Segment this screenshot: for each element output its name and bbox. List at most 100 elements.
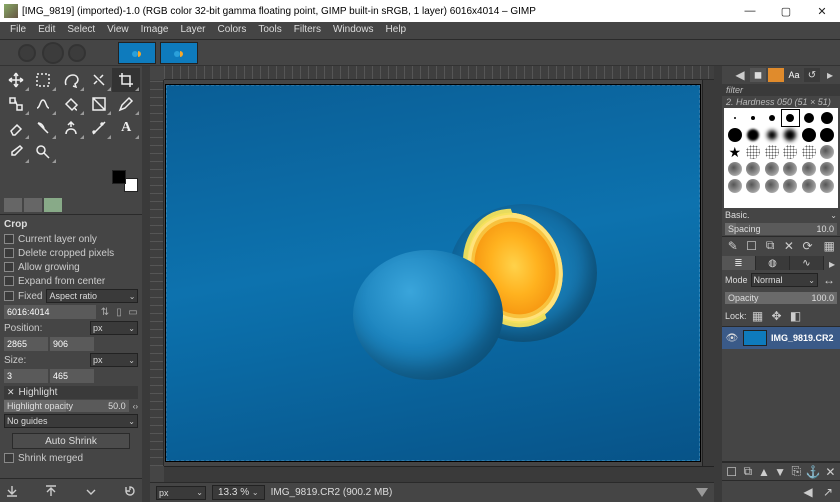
tool-gradient[interactable] xyxy=(85,92,113,116)
lock-pixels-icon[interactable]: ▦ xyxy=(750,308,766,324)
brush-swatch[interactable] xyxy=(782,127,800,143)
collapse-icon[interactable]: ✕ xyxy=(7,387,15,398)
menu-help[interactable]: Help xyxy=(380,22,413,39)
menu-icon[interactable]: ▸ xyxy=(822,67,838,83)
detach-icon[interactable]: ↗ xyxy=(820,484,836,500)
checkbox[interactable] xyxy=(4,262,14,272)
brush-swatch[interactable] xyxy=(782,178,800,194)
brush-swatch[interactable] xyxy=(800,110,818,126)
size-w-field[interactable]: 3 xyxy=(4,369,48,383)
menu-colors[interactable]: Colors xyxy=(211,22,252,39)
bg-color-swatch[interactable] xyxy=(124,178,138,192)
brushes-tab-icon[interactable]: ◼ xyxy=(750,68,766,82)
save-preset-icon[interactable] xyxy=(4,483,20,499)
fonts-tab-icon[interactable]: Aa xyxy=(786,68,802,82)
tool-path[interactable] xyxy=(85,116,113,140)
tool-free-select[interactable] xyxy=(57,68,85,92)
layer-item[interactable]: 👁 IMG_9819.CR2 xyxy=(722,327,840,349)
highlight-section-header[interactable]: ✕Highlight xyxy=(4,386,138,399)
brush-swatch[interactable] xyxy=(726,127,744,143)
delete-brush-icon[interactable]: ✕ xyxy=(781,238,797,254)
tool-color-picker[interactable] xyxy=(2,140,30,164)
raise-layer-icon[interactable]: ▲ xyxy=(757,464,770,480)
fg-color-swatch[interactable] xyxy=(112,170,126,184)
refresh-brush-icon[interactable]: ⟳ xyxy=(800,238,816,254)
maximize-button[interactable]: ▢ xyxy=(768,0,804,22)
guides-select[interactable]: No guides⌄ xyxy=(4,414,138,428)
brush-swatch[interactable] xyxy=(763,161,781,177)
tool-airbrush[interactable] xyxy=(30,116,58,140)
tool-rect-select[interactable] xyxy=(30,68,58,92)
brush-swatch[interactable] xyxy=(819,161,837,177)
menu-view[interactable]: View xyxy=(101,22,135,39)
brush-swatch[interactable] xyxy=(745,144,763,160)
menu-windows[interactable]: Windows xyxy=(327,22,380,39)
tool-text[interactable]: A xyxy=(112,116,140,140)
patterns-tab-icon[interactable] xyxy=(768,68,784,82)
layer-group-icon[interactable]: ⧉ xyxy=(741,464,754,480)
brush-swatch[interactable] xyxy=(763,110,781,126)
layers-tab-icon[interactable]: ≣ xyxy=(722,256,756,270)
reset-icon[interactable] xyxy=(122,483,138,499)
minimize-button[interactable]: — xyxy=(732,0,768,22)
delete-preset-icon[interactable] xyxy=(83,483,99,499)
ruler-horizontal[interactable] xyxy=(164,66,714,80)
tool-zoom[interactable] xyxy=(30,140,58,164)
scrollbar-horizontal[interactable] xyxy=(164,466,714,482)
scrollbar-vertical[interactable] xyxy=(702,80,714,466)
dup-brush-icon[interactable]: ⧉ xyxy=(762,238,778,254)
history-tab-icon[interactable]: ↺ xyxy=(804,68,820,82)
brush-swatch[interactable] xyxy=(819,144,837,160)
new-brush-icon[interactable]: ☐ xyxy=(744,238,760,254)
close-button[interactable]: ✕ xyxy=(804,0,840,22)
brush-swatch[interactable] xyxy=(745,178,763,194)
image-tab[interactable] xyxy=(160,42,198,64)
menu-layer[interactable]: Layer xyxy=(174,22,211,39)
fixed-mode-select[interactable]: Aspect ratio⌄ xyxy=(46,289,138,303)
highlight-opacity-slider[interactable]: Highlight opacity 50.0 xyxy=(4,400,129,412)
status-unit-select[interactable]: px⌄ xyxy=(156,486,206,500)
visibility-eye-icon[interactable]: 👁 xyxy=(725,333,739,344)
position-x-field[interactable]: 2865 xyxy=(4,337,48,351)
dock-gutter[interactable] xyxy=(714,66,722,502)
orientation-portrait-icon[interactable]: ▯ xyxy=(114,305,124,319)
new-layer-icon[interactable]: ☐ xyxy=(725,464,738,480)
zoom-field[interactable]: 13.3 % ⌄ xyxy=(212,485,265,500)
brush-swatch[interactable] xyxy=(782,144,800,160)
lock-position-icon[interactable]: ✥ xyxy=(769,308,785,324)
checkbox[interactable] xyxy=(4,248,14,258)
orientation-landscape-icon[interactable]: ▭ xyxy=(128,305,138,319)
mode-tab[interactable] xyxy=(24,198,42,212)
dock-menu-icon[interactable]: ◀ xyxy=(800,484,816,500)
brush-swatch[interactable]: ★ xyxy=(726,144,744,160)
menu-filters[interactable]: Filters xyxy=(288,22,327,39)
brush-swatch[interactable] xyxy=(726,178,744,194)
tool-move[interactable] xyxy=(2,68,30,92)
position-y-field[interactable]: 906 xyxy=(50,337,94,351)
auto-shrink-button[interactable]: Auto Shrink xyxy=(12,433,130,449)
checkbox[interactable] xyxy=(4,276,14,286)
image-tab[interactable] xyxy=(118,42,156,64)
brush-swatch[interactable] xyxy=(763,144,781,160)
mode-tab[interactable] xyxy=(4,198,22,212)
brush-swatch[interactable] xyxy=(745,127,763,143)
brush-swatch[interactable] xyxy=(726,161,744,177)
fg-bg-swatch[interactable] xyxy=(112,170,138,192)
canvas-viewport[interactable] xyxy=(164,80,702,466)
brush-swatch[interactable] xyxy=(763,127,781,143)
brush-swatch[interactable] xyxy=(819,127,837,143)
duplicate-layer-icon[interactable]: ⎘ xyxy=(790,464,803,480)
brush-swatch[interactable] xyxy=(819,178,837,194)
delete-layer-icon[interactable]: ✕ xyxy=(824,464,837,480)
menu-image[interactable]: Image xyxy=(135,22,175,39)
checkbox[interactable] xyxy=(4,234,14,244)
tool-clone[interactable] xyxy=(57,116,85,140)
lower-layer-icon[interactable]: ▼ xyxy=(774,464,787,480)
spacing-slider[interactable]: Spacing 10.0 xyxy=(725,223,837,235)
restore-preset-icon[interactable] xyxy=(43,483,59,499)
resize-grip-icon[interactable] xyxy=(696,488,708,497)
image-canvas[interactable] xyxy=(166,85,700,461)
tool-crop[interactable] xyxy=(112,68,140,92)
lock-alpha-icon[interactable]: ◧ xyxy=(788,308,804,324)
ruler-vertical[interactable] xyxy=(150,80,164,466)
